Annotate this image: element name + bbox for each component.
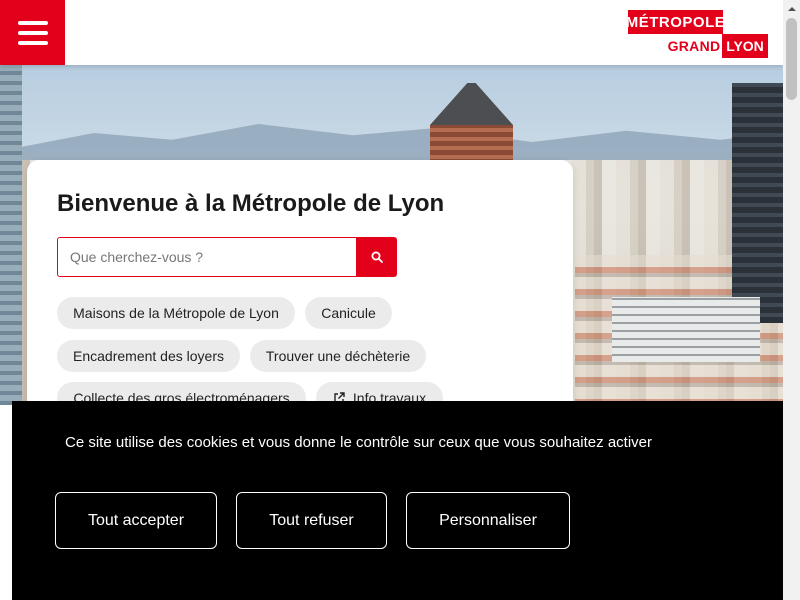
search-card: Bienvenue à la Métropole de Lyon Maisons… xyxy=(27,160,573,430)
page-scrollbar[interactable] xyxy=(783,0,800,600)
cookie-banner: Ce site utilise des cookies et vous donn… xyxy=(12,401,800,600)
hamburger-menu-icon xyxy=(17,20,48,25)
page-title: Bienvenue à la Métropole de Lyon xyxy=(57,190,445,217)
search-button[interactable] xyxy=(357,237,397,277)
accept-all-button[interactable]: Tout accepter xyxy=(55,492,217,549)
quick-link-maisons[interactable]: Maisons de la Métropole de Lyon xyxy=(57,297,295,329)
menu-button[interactable] xyxy=(0,0,65,65)
quick-link-canicule[interactable]: Canicule xyxy=(305,297,392,329)
metropole-logo[interactable]: MÉTROPOLE GRAND LYON xyxy=(626,10,768,58)
scroll-thumb[interactable] xyxy=(786,18,797,100)
site-header: MÉTROPOLE GRAND LYON xyxy=(0,0,783,65)
quick-link-encadrement-loyers[interactable]: Encadrement des loyers xyxy=(57,340,240,372)
scroll-up-button[interactable] xyxy=(783,0,800,17)
logo-metropole-text: MÉTROPOLE xyxy=(626,10,725,34)
logo-lyon-text: LYON xyxy=(722,34,768,58)
search-input[interactable] xyxy=(57,237,357,277)
cookie-message: Ce site utilise des cookies et vous donn… xyxy=(65,434,652,451)
chevron-up-icon xyxy=(787,6,796,11)
customize-button[interactable]: Personnaliser xyxy=(406,492,570,549)
quick-link-decheterie[interactable]: Trouver une déchèterie xyxy=(250,340,426,372)
logo-grand-text: GRAND xyxy=(667,38,721,54)
search-icon xyxy=(371,251,383,263)
refuse-all-button[interactable]: Tout refuser xyxy=(236,492,387,549)
